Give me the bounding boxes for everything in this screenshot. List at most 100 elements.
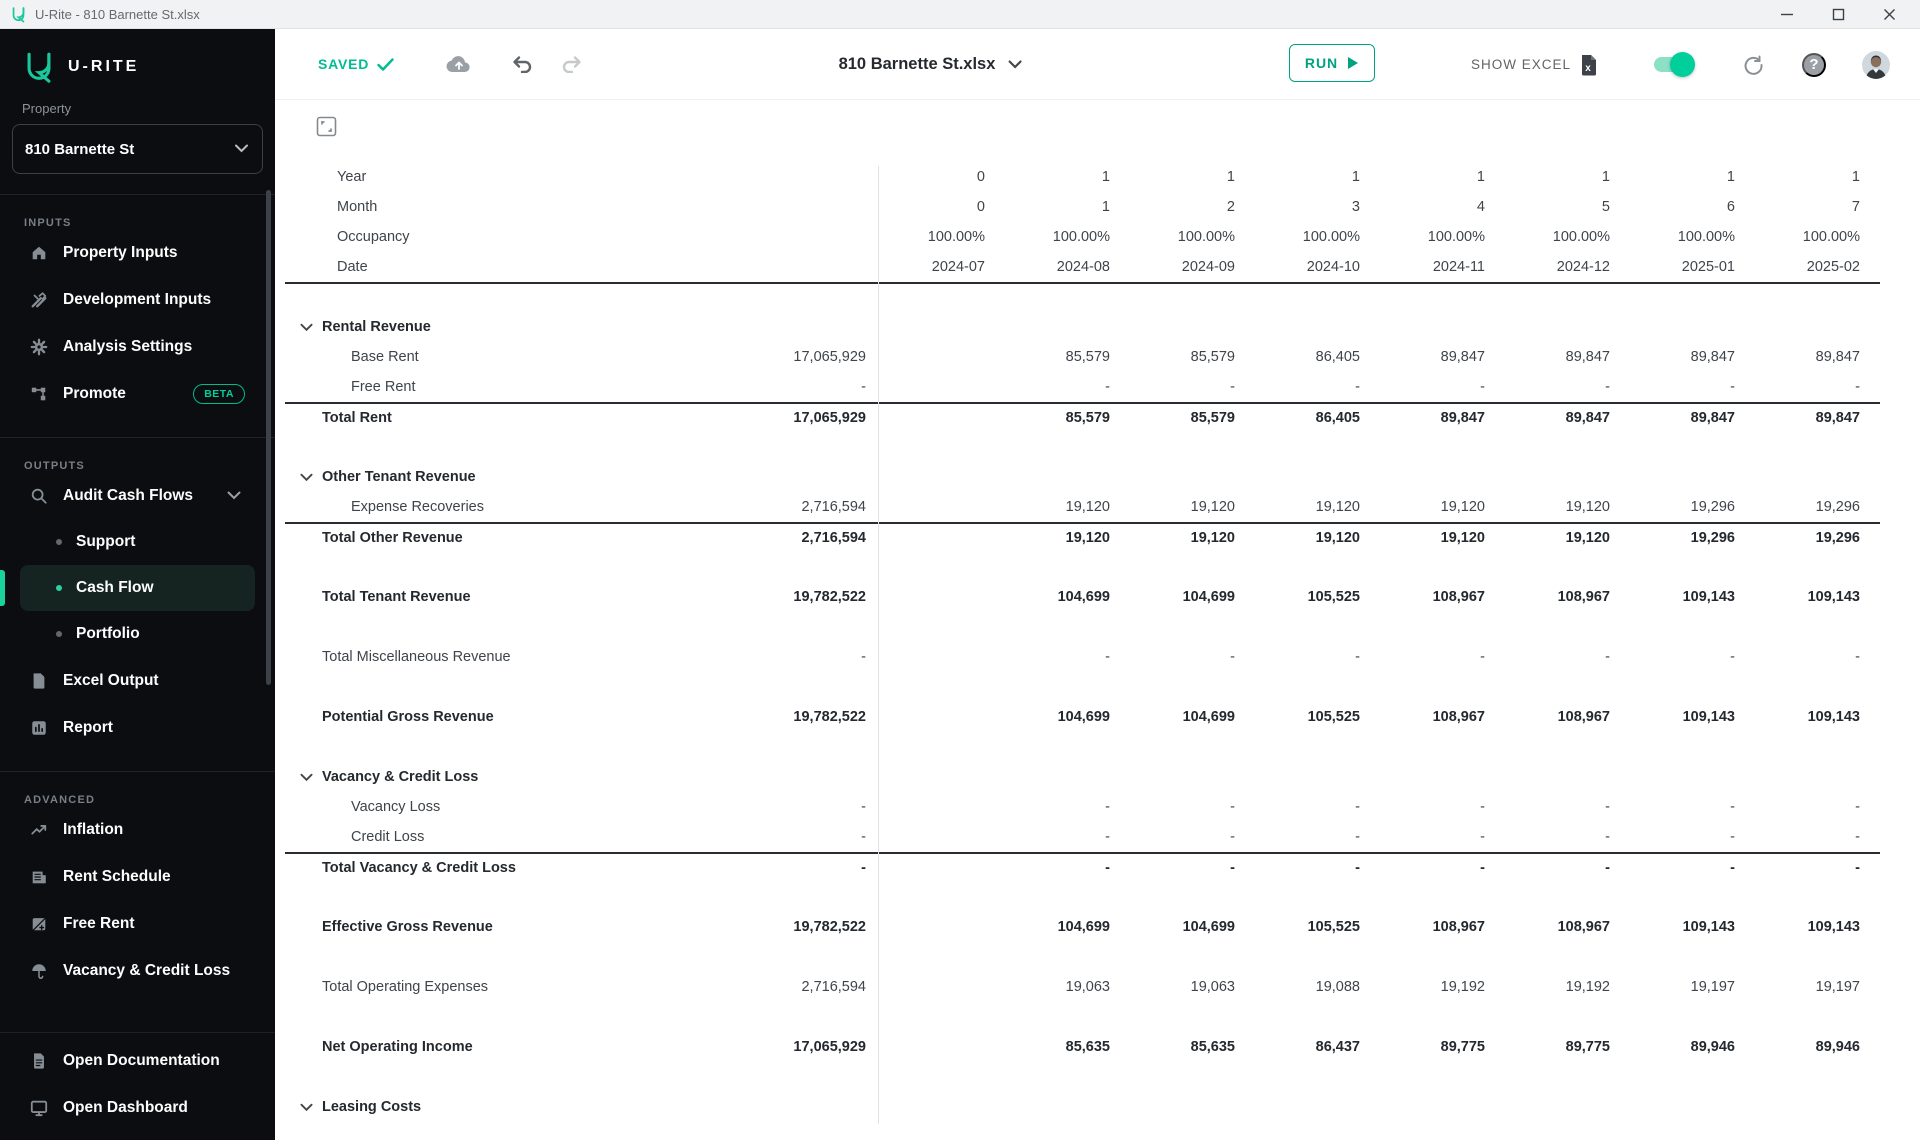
search-icon [30, 487, 48, 505]
row-value: - [1105, 799, 1110, 815]
row-label: Other Tenant Revenue [322, 469, 476, 485]
sidebar-item-open-documentation[interactable]: Open Documentation [0, 1037, 275, 1084]
redo-icon[interactable] [560, 55, 582, 73]
row-label-cell: Total Miscellaneous Revenue [285, 649, 750, 665]
row-value: - [1355, 860, 1360, 876]
sidebar-item-report[interactable]: Report [0, 704, 275, 751]
sidebar-item-free-rent[interactable]: Free Rent [0, 900, 275, 947]
document-icon [30, 1052, 48, 1070]
umbrella-icon [30, 962, 48, 980]
row-value: 89,946 [1815, 1039, 1860, 1055]
sidebar-scrollbar[interactable] [266, 190, 271, 685]
sidebar-item-label: Analysis Settings [63, 337, 193, 355]
row-value: 89,775 [1565, 1039, 1610, 1055]
chevron-down-icon[interactable] [300, 473, 315, 482]
cash-flow-content: Year 0 1 1 1 1 1 1 1 Month 0 1 2 3 4 5 6 7 Occupancy 100.00… [275, 100, 1920, 1140]
row-value: - [1605, 799, 1610, 815]
row-value: 19,063 [1190, 979, 1235, 995]
beta-badge: BETA [193, 383, 245, 404]
minimize-button[interactable] [1780, 7, 1794, 21]
row-label: Total Miscellaneous Revenue [322, 649, 511, 665]
totals-cell: 19,782,522 [793, 709, 866, 725]
home-icon [30, 244, 48, 262]
row-value: 104,699 [1057, 709, 1110, 725]
sidebar-item-analysis-settings[interactable]: Analysis Settings [0, 323, 275, 370]
workbook-title[interactable]: 810 Barnette St.xlsx [839, 55, 1022, 74]
table-row: Vacancy Loss - - - - - - - - [285, 792, 1880, 822]
row-value: 89,847 [1815, 410, 1860, 426]
sitemap-icon [30, 385, 48, 403]
sidebar-item-portfolio[interactable]: Portfolio [20, 611, 255, 657]
undo-icon[interactable] [512, 55, 534, 73]
sidebar-item-cash-flow[interactable]: Cash Flow [0, 565, 255, 611]
totals-cell: 17,065,929 [793, 410, 866, 426]
urite-logo-icon [10, 6, 27, 23]
caret-down-icon [1008, 59, 1022, 69]
row-label-cell: Total Vacancy & Credit Loss [285, 860, 750, 876]
sidebar-item-property-inputs[interactable]: Property Inputs [0, 229, 275, 276]
header-value: 1 [1101, 169, 1110, 185]
row-label: Date [337, 259, 368, 275]
header-value: 100.00% [927, 229, 985, 245]
brand-name: U-RITE [68, 58, 140, 75]
sidebar-item-rent-schedule[interactable]: Rent Schedule [0, 853, 275, 900]
sidebar-item-promote[interactable]: Promote BETA [0, 370, 275, 417]
brand-logo: U-RITE [22, 47, 275, 87]
row-value: - [1730, 799, 1735, 815]
excel-sync-toggle[interactable] [1654, 52, 1695, 77]
header-value: 1 [1351, 169, 1360, 185]
row-value: 86,437 [1315, 1039, 1360, 1055]
row-label: Expense Recoveries [351, 499, 484, 515]
sidebar-item-development-inputs[interactable]: Development Inputs [0, 276, 275, 323]
chevron-down-icon[interactable] [300, 773, 315, 782]
header-row: Date 2024-07 2024-08 2024-09 2024-10 2024-11 2… [285, 252, 1880, 282]
row-label: Credit Loss [351, 829, 425, 845]
header-value: 2024-10 [1306, 259, 1360, 275]
close-button[interactable] [1883, 8, 1896, 21]
header-row: Year 0 1 1 1 1 1 1 1 [285, 162, 1880, 192]
cloud-upload-icon[interactable] [446, 54, 472, 74]
row-value: 19,296 [1815, 499, 1860, 515]
table-row: Total Other Revenue 2,716,594 19,120 19,120… [285, 522, 1880, 552]
row-value: 89,847 [1440, 349, 1485, 365]
sync-icon[interactable] [1742, 54, 1764, 76]
table-row: Total Tenant Revenue 19,782,522 104,699 104… [285, 582, 1880, 612]
report-chart-icon [30, 719, 48, 737]
table-row: Leasing Costs [285, 1092, 1880, 1122]
chevron-down-icon[interactable] [300, 1103, 315, 1112]
trending-up-icon [30, 821, 48, 839]
row-label: Free Rent [351, 379, 416, 395]
row-value: - [1855, 829, 1860, 845]
show-excel-button[interactable]: SHOW EXCEL x [1471, 54, 1598, 76]
help-label: ? [1809, 56, 1819, 73]
sidebar-item-label: Development Inputs [63, 290, 212, 308]
sidebar-item-excel-output[interactable]: x Excel Output [0, 657, 275, 704]
table-row: Expense Recoveries 2,716,594 19,120 19,120 1… [285, 492, 1880, 522]
user-avatar[interactable] [1862, 50, 1890, 79]
row-label-cell: Other Tenant Revenue [285, 469, 750, 485]
row-value: - [1480, 649, 1485, 665]
run-button[interactable]: RUN [1289, 44, 1375, 82]
sidebar-item-audit-cash-flows[interactable]: Audit Cash Flows [0, 472, 275, 519]
row-value: 19,296 [1690, 499, 1735, 515]
help-button[interactable]: ? [1802, 52, 1826, 77]
row-value: - [1355, 379, 1360, 395]
chevron-down-icon[interactable] [227, 487, 241, 505]
sidebar-item-support[interactable]: Support [20, 519, 255, 565]
totals-cell: 19,782,522 [793, 589, 866, 605]
row-value: 85,579 [1190, 410, 1235, 426]
sidebar-item-open-dashboard[interactable]: Open Dashboard [0, 1084, 275, 1131]
row-value: 19,192 [1565, 979, 1610, 995]
row-value: 85,635 [1065, 1039, 1110, 1055]
sidebar-item-vacancy-credit-loss[interactable]: Vacancy & Credit Loss [0, 947, 275, 994]
property-select[interactable]: 810 Barnette St [12, 124, 263, 174]
chevron-down-icon[interactable] [300, 323, 315, 332]
expand-icon[interactable] [315, 116, 337, 138]
row-value: - [1605, 649, 1610, 665]
row-value: - [1730, 829, 1735, 845]
table-row: Net Operating Income 17,065,929 85,635 85,6… [285, 1032, 1880, 1062]
run-label: RUN [1304, 55, 1339, 71]
sidebar-item-inflation[interactable]: Inflation [0, 806, 275, 853]
maximize-button[interactable] [1832, 8, 1845, 21]
row-label-cell: Expense Recoveries [285, 499, 750, 515]
